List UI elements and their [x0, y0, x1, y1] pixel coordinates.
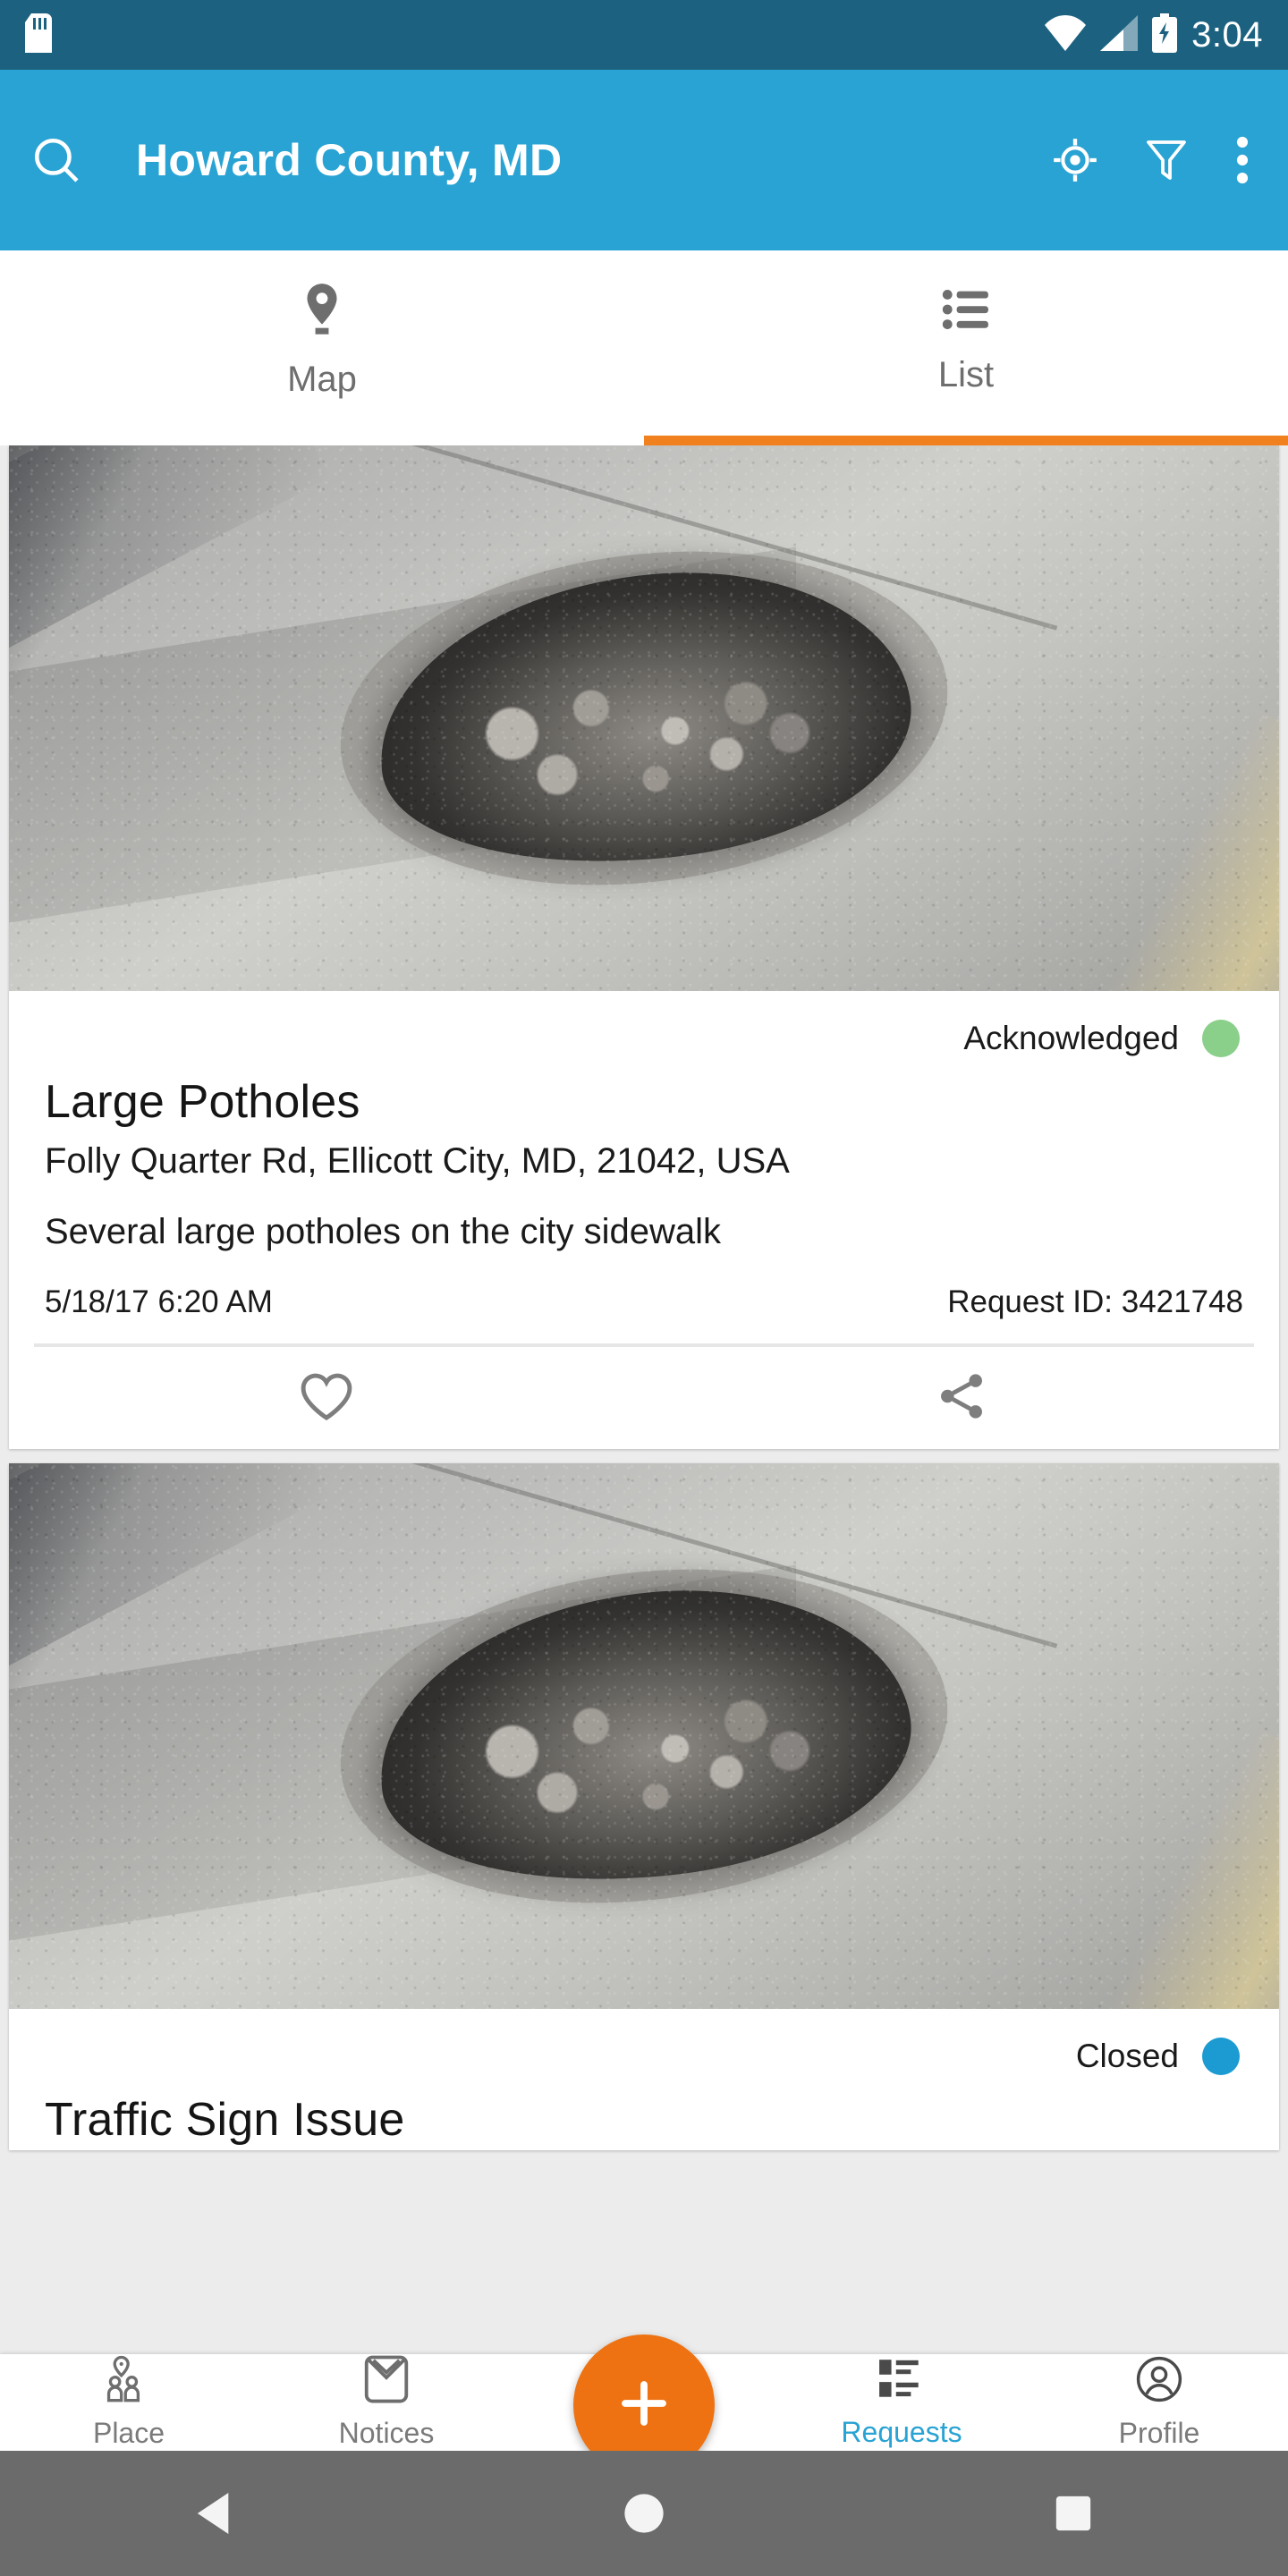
status-bar-clock: 3:04 [1191, 14, 1263, 55]
heart-icon[interactable] [9, 1370, 644, 1422]
android-system-nav [0, 2451, 1288, 2576]
wifi-icon [1045, 14, 1087, 55]
home-circle-icon[interactable] [555, 2490, 733, 2537]
tab-list-label: List [937, 355, 995, 394]
nav-item-place[interactable]: Place [0, 2355, 258, 2450]
nav-label-place: Place [92, 2417, 165, 2449]
list-icon [942, 286, 990, 337]
status-dot [1202, 2038, 1240, 2075]
place-people-icon [104, 2355, 154, 2408]
status-dot [1202, 1020, 1240, 1057]
page-title: Howard County, MD [136, 135, 563, 185]
request-card-body: Acknowledged Large Potholes Folly Quarte… [9, 991, 1279, 1343]
request-description: Several large potholes on the city sidew… [45, 1212, 721, 1251]
cell-signal-icon [1100, 14, 1139, 55]
app-screen: 3:04 Howard County, MD Map List Acknowle… [0, 0, 1288, 2576]
battery-charging-icon [1152, 13, 1178, 57]
request-title: Traffic Sign Issue [45, 2094, 405, 2146]
envelope-icon [364, 2355, 409, 2408]
search-icon[interactable] [30, 134, 82, 186]
request-id: Request ID: 3421748 [947, 1284, 1243, 1319]
request-date: 5/18/17 6:20 AM [45, 1284, 273, 1319]
tab-bar: Map List [0, 250, 1288, 445]
my-location-icon[interactable] [1052, 137, 1098, 183]
share-icon[interactable] [644, 1370, 1279, 1422]
map-pin-icon [299, 282, 345, 342]
requests-list-icon [877, 2356, 926, 2407]
status-label: Closed [1075, 2038, 1179, 2074]
sd-card-icon [25, 13, 52, 57]
request-title: Large Potholes [45, 1076, 360, 1128]
back-triangle-icon[interactable] [125, 2490, 304, 2537]
plus-icon [612, 2371, 676, 2440]
status-bar-left-icons [25, 13, 1045, 57]
card-actions [9, 1347, 1279, 1449]
app-bar: Howard County, MD [0, 70, 1288, 250]
status-badge: Closed [45, 2009, 1243, 2084]
status-label: Acknowledged [963, 1020, 1179, 1056]
request-address: Folly Quarter Rd, Ellicott City, MD, 210… [45, 1141, 790, 1181]
status-badge: Acknowledged [45, 991, 1243, 1066]
request-meta: 5/18/17 6:20 AM Request ID: 3421748 [45, 1252, 1243, 1343]
tab-list[interactable]: List [644, 250, 1288, 445]
nav-label-notices: Notices [338, 2417, 435, 2449]
recents-square-icon[interactable] [984, 2493, 1163, 2534]
request-card[interactable]: Closed Traffic Sign Issue [9, 1463, 1279, 2150]
status-bar-right-icons: 3:04 [1045, 13, 1263, 57]
pothole-photo[interactable] [9, 1463, 1279, 2009]
nav-item-requests[interactable]: Requests [773, 2356, 1030, 2449]
nav-label-profile: Profile [1118, 2417, 1200, 2449]
nav-label-requests: Requests [841, 2416, 962, 2448]
tab-map-label: Map [287, 360, 357, 399]
nav-item-profile[interactable]: Profile [1030, 2355, 1288, 2450]
tab-map[interactable]: Map [0, 250, 644, 445]
person-circle-icon [1136, 2355, 1182, 2408]
more-vert-icon[interactable] [1234, 135, 1250, 185]
status-bar: 3:04 [0, 0, 1288, 70]
request-card-body: Closed Traffic Sign Issue [9, 2009, 1279, 2150]
nav-item-notices[interactable]: Notices [258, 2355, 515, 2450]
app-bar-actions [1052, 135, 1250, 185]
tab-active-indicator [644, 436, 1288, 445]
request-card[interactable]: Acknowledged Large Potholes Folly Quarte… [9, 445, 1279, 1449]
pothole-photo[interactable] [9, 445, 1279, 991]
filter-icon[interactable] [1145, 137, 1188, 183]
request-list[interactable]: Acknowledged Large Potholes Folly Quarte… [0, 445, 1288, 2354]
